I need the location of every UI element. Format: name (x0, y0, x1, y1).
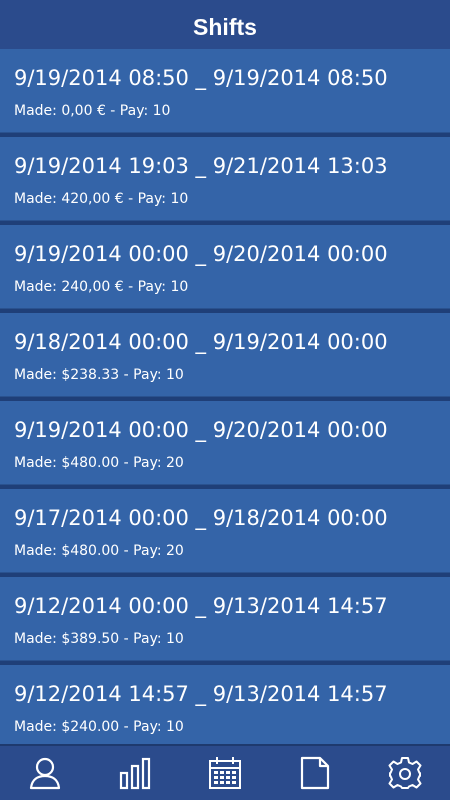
shift-meta: Made: $238.33 - Pay: 10 (14, 367, 184, 383)
page-title: Shifts (0, 0, 450, 49)
shift-meta: Made: 0,00 € - Pay: 10 (14, 103, 171, 119)
shift-meta: Made: $480.00 - Pay: 20 (14, 543, 184, 559)
nav-profile-button[interactable] (15, 746, 75, 800)
shift-range: 9/12/2014 14:57 _ 9/13/2014 14:57 (14, 682, 388, 706)
shift-range: 9/19/2014 00:00 _ 9/20/2014 00:00 (14, 242, 388, 266)
bar-chart-icon (119, 757, 151, 790)
shift-meta: Made: 420,00 € - Pay: 10 (14, 191, 189, 207)
shift-row[interactable]: 9/12/2014 14:57 _ 9/13/2014 14:57 Made: … (0, 665, 450, 744)
shift-row[interactable]: 9/19/2014 00:00 _ 9/20/2014 00:00 Made: … (0, 401, 450, 485)
bottom-nav (0, 744, 450, 800)
shift-meta: Made: $240.00 - Pay: 10 (14, 719, 184, 735)
shift-range: 9/19/2014 08:50 _ 9/19/2014 08:50 (14, 66, 388, 90)
shift-row[interactable]: 9/19/2014 00:00 _ 9/20/2014 00:00 Made: … (0, 225, 450, 309)
calendar-icon (209, 757, 241, 789)
shift-row[interactable]: 9/12/2014 00:00 _ 9/13/2014 14:57 Made: … (0, 577, 450, 661)
shift-meta: Made: $480.00 - Pay: 20 (14, 455, 184, 471)
nav-settings-button[interactable] (375, 746, 435, 800)
shift-range: 9/17/2014 00:00 _ 9/18/2014 00:00 (14, 506, 388, 530)
shift-row[interactable]: 9/19/2014 08:50 _ 9/19/2014 08:50 Made: … (0, 49, 450, 133)
nav-stats-button[interactable] (105, 746, 165, 800)
shift-range: 9/18/2014 00:00 _ 9/19/2014 00:00 (14, 330, 388, 354)
shift-row[interactable]: 9/18/2014 00:00 _ 9/19/2014 00:00 Made: … (0, 313, 450, 397)
user-icon (29, 757, 61, 790)
shift-meta: Made: $389.50 - Pay: 10 (14, 631, 184, 647)
shift-meta: Made: 240,00 € - Pay: 10 (14, 279, 189, 295)
nav-documents-button[interactable] (285, 746, 345, 800)
shift-range: 9/12/2014 00:00 _ 9/13/2014 14:57 (14, 594, 388, 618)
nav-calendar-button[interactable] (195, 746, 255, 800)
shift-row[interactable]: 9/19/2014 19:03 _ 9/21/2014 13:03 Made: … (0, 137, 450, 221)
document-icon (300, 756, 330, 790)
shift-row[interactable]: 9/17/2014 00:00 _ 9/18/2014 00:00 Made: … (0, 489, 450, 573)
shift-range: 9/19/2014 00:00 _ 9/20/2014 00:00 (14, 418, 388, 442)
shift-list[interactable]: 9/19/2014 08:50 _ 9/19/2014 08:50 Made: … (0, 49, 450, 744)
gear-icon (388, 757, 422, 789)
shift-range: 9/19/2014 19:03 _ 9/21/2014 13:03 (14, 154, 388, 178)
